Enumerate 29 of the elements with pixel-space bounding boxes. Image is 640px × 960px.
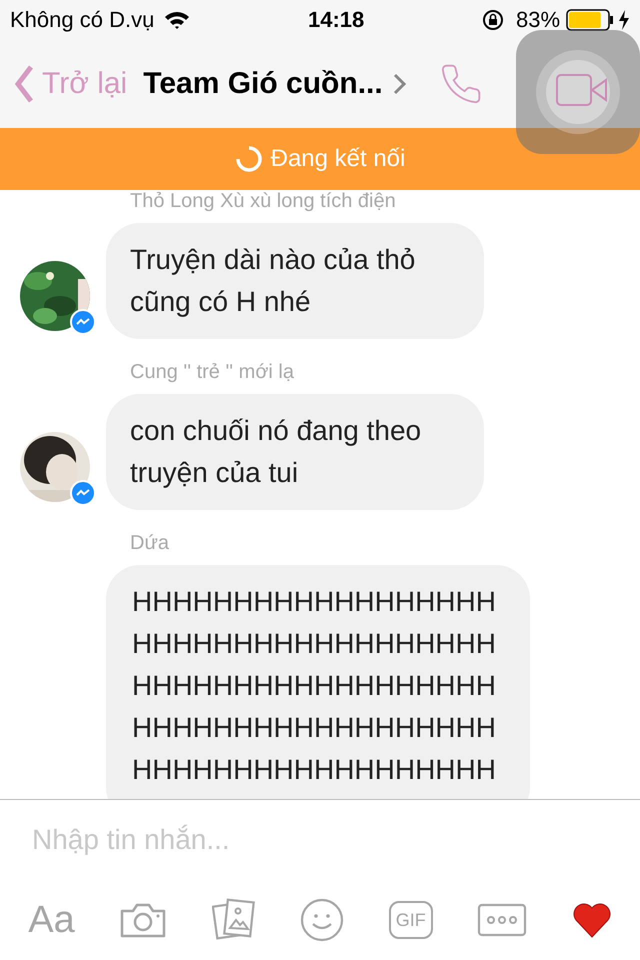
gif-button[interactable]: GIF: [388, 901, 433, 939]
smiley-icon[interactable]: [300, 898, 344, 942]
messenger-badge-icon: [70, 309, 96, 335]
messenger-badge-icon: [70, 480, 96, 506]
carrier-label: Không có D.vụ: [10, 7, 154, 33]
battery-icon: [566, 9, 614, 31]
assistive-touch-button[interactable]: [516, 30, 640, 154]
gallery-icon[interactable]: [212, 898, 256, 942]
text-style-button[interactable]: Aa: [28, 898, 75, 942]
more-icon[interactable]: [477, 903, 528, 937]
message-bubble: HHHHHHHHHHHHHHHHHHHHHHHHHHHHHHHHHHHHHHHHHHHHHHHHHHHHHHHHHHHHHHHHHHHHHHHHHHHHHHHHHHHHHHHHHH: [106, 565, 530, 799]
wifi-icon: [164, 10, 190, 30]
chevron-right-icon[interactable]: [392, 73, 407, 95]
heart-icon[interactable]: [572, 902, 612, 938]
chevron-left-icon[interactable]: [14, 64, 34, 104]
conversation-title[interactable]: Team Gió cuồn...: [143, 67, 383, 101]
message-bubble: Truyện dài nào của thỏ cũng có H nhé: [106, 223, 484, 339]
sender-name: Thỏ Long Xù xù long tích điện: [130, 190, 397, 213]
message-bubble: con chuối nó đang theo truyện của tui: [106, 394, 484, 510]
back-button[interactable]: Trở lại: [14, 64, 128, 104]
sender-name: Cung '' trẻ '' mới lạ: [130, 360, 295, 384]
video-camera-icon[interactable]: [556, 74, 608, 106]
camera-icon[interactable]: [119, 901, 168, 939]
loading-spinner-icon: [234, 145, 263, 173]
rotation-lock-icon: [482, 9, 504, 31]
clock: 14:18: [308, 7, 364, 33]
battery-percent: 83%: [516, 7, 560, 33]
connecting-status: Đang kết nối: [270, 145, 406, 173]
sender-name: Dứa: [130, 531, 170, 555]
